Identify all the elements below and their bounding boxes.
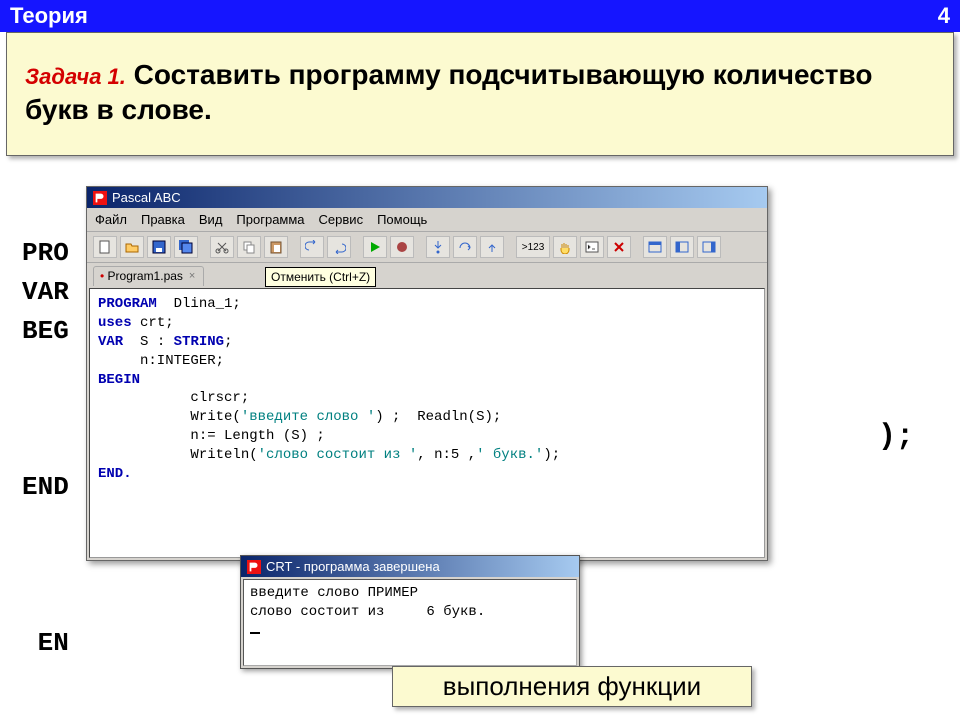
tabbar: • Program1.pas × Отменить (Ctrl+Z) — [87, 263, 767, 286]
undo-icon — [305, 240, 319, 254]
copy-button[interactable] — [237, 236, 261, 258]
redo-button[interactable] — [327, 236, 351, 258]
ide-titlebar: Pascal ABC — [87, 187, 767, 208]
toolbar: >123 — [87, 232, 767, 263]
watch-button[interactable]: >123 — [516, 236, 550, 258]
background-code: PRO VAR BEG END EN — [22, 234, 69, 663]
menu-view[interactable]: Вид — [199, 212, 223, 227]
console-button[interactable] — [580, 236, 604, 258]
file-icon — [98, 240, 112, 254]
copy-icon — [242, 240, 256, 254]
scissors-icon — [215, 240, 229, 254]
task-label: Задача 1. — [25, 64, 126, 89]
pascal-icon — [247, 560, 261, 574]
crt-window: CRT - программа завершена введите слово … — [240, 555, 580, 669]
code-editor[interactable]: PROGRAM Dlina_1; uses crt; VAR S : STRIN… — [89, 288, 765, 558]
task-text: Составить программу подсчитывающую колич… — [25, 59, 872, 125]
crt-output: введите слово ПРИМЕР слово состоит из 6 … — [243, 579, 577, 666]
open-button[interactable] — [120, 236, 144, 258]
menu-edit[interactable]: Правка — [141, 212, 185, 227]
stepout-button[interactable] — [480, 236, 504, 258]
pascal-icon — [93, 191, 107, 205]
watch-label: >123 — [522, 242, 545, 253]
redo-icon — [332, 240, 346, 254]
save-all-icon — [179, 240, 193, 254]
menu-service[interactable]: Сервис — [319, 212, 364, 227]
save-icon — [152, 240, 166, 254]
panel-left-icon — [675, 240, 689, 254]
undo-tooltip: Отменить (Ctrl+Z) — [265, 267, 376, 287]
close-icon — [613, 241, 625, 253]
play-icon — [369, 241, 381, 253]
paste-icon — [269, 240, 283, 254]
tab-program1[interactable]: • Program1.pas × — [93, 266, 204, 286]
new-button[interactable] — [93, 236, 117, 258]
menu-program[interactable]: Программа — [236, 212, 304, 227]
topbar-title: Теория — [10, 3, 88, 29]
stepinto-button[interactable] — [426, 236, 450, 258]
stop-icon — [396, 241, 408, 253]
panel2-button[interactable] — [670, 236, 694, 258]
folder-open-icon — [125, 240, 139, 254]
menubar: Файл Правка Вид Программа Сервис Помощь — [87, 208, 767, 232]
ide-title-text: Pascal ABC — [112, 190, 181, 205]
topbar: Теория 4 — [0, 0, 960, 32]
panel-icon — [648, 240, 662, 254]
menu-file[interactable]: Файл — [95, 212, 127, 227]
func-box: выполнения функции — [392, 666, 752, 707]
close-button[interactable] — [607, 236, 631, 258]
panel-right-icon — [702, 240, 716, 254]
tab-label: Program1.pas — [108, 269, 183, 283]
paren-semi: ); — [878, 420, 914, 454]
topbar-page: 4 — [938, 3, 950, 29]
task-box: Задача 1. Составить программу подсчитыва… — [6, 32, 954, 156]
panel3-button[interactable] — [697, 236, 721, 258]
crt-titlebar: CRT - программа завершена — [241, 556, 579, 577]
stepover-button[interactable] — [453, 236, 477, 258]
stop-button[interactable] — [390, 236, 414, 258]
terminal-icon — [585, 240, 599, 254]
tab-close-icon[interactable]: × — [189, 270, 195, 282]
paste-button[interactable] — [264, 236, 288, 258]
ide-window: Pascal ABC Файл Правка Вид Программа Сер… — [86, 186, 768, 561]
break-button[interactable] — [553, 236, 577, 258]
save-button[interactable] — [147, 236, 171, 258]
crt-title-text: CRT - программа завершена — [266, 559, 440, 574]
cut-button[interactable] — [210, 236, 234, 258]
undo-button[interactable] — [300, 236, 324, 258]
menu-help[interactable]: Помощь — [377, 212, 427, 227]
step-into-icon — [431, 240, 445, 254]
func-text: выполнения функции — [443, 671, 701, 701]
run-button[interactable] — [363, 236, 387, 258]
saveall-button[interactable] — [174, 236, 198, 258]
step-over-icon — [458, 240, 472, 254]
panel1-button[interactable] — [643, 236, 667, 258]
step-out-icon — [485, 240, 499, 254]
hand-icon — [558, 240, 572, 254]
